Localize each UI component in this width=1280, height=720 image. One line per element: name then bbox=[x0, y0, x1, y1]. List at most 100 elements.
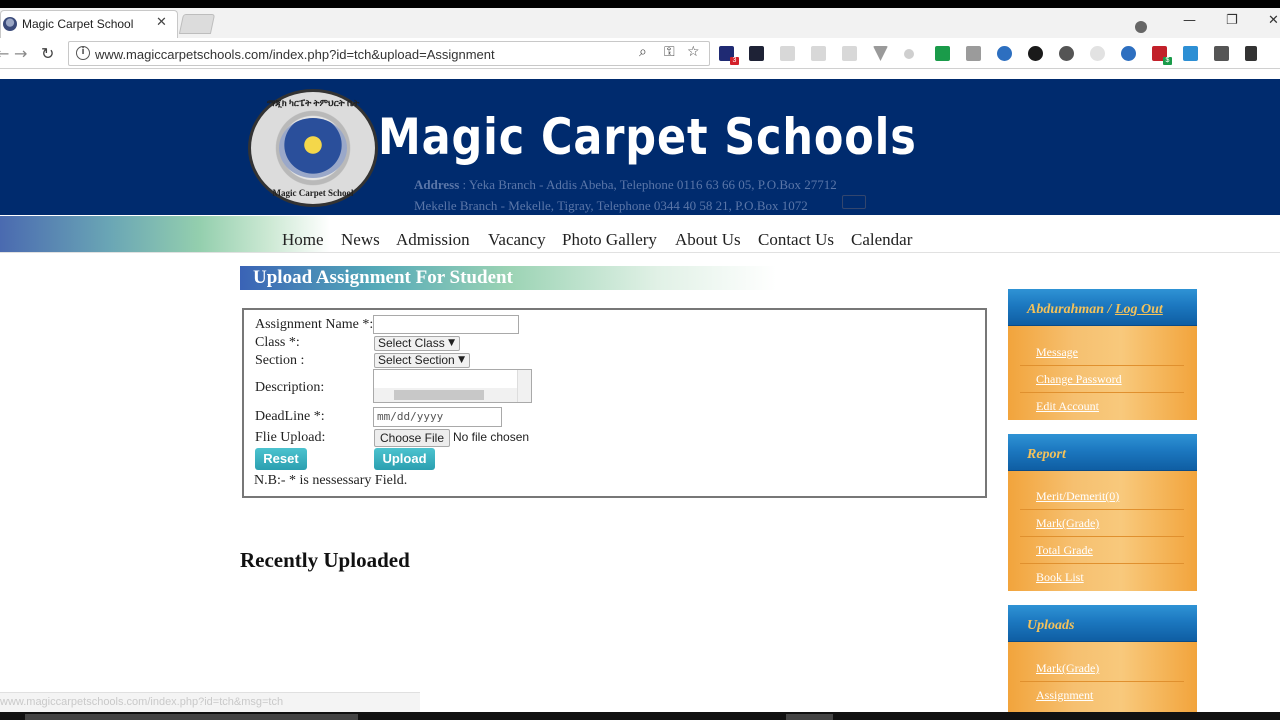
deadline-date-input[interactable]: mm/dd/yyyy bbox=[373, 407, 502, 427]
address-url[interactable]: www.magiccarpetschools.com/index.php?id=… bbox=[95, 47, 495, 62]
site-title: Magic Carpet Schools bbox=[378, 108, 917, 166]
taskbar-item[interactable] bbox=[25, 714, 358, 720]
assignment-name-label: Assignment Name *: bbox=[255, 317, 374, 332]
sidebar-link-merit-demerit[interactable]: Merit/Demerit(0) bbox=[1036, 489, 1119, 504]
sidebar-link-message[interactable]: Message bbox=[1036, 345, 1078, 360]
extension-mail-icon[interactable] bbox=[966, 46, 981, 61]
uploads-panel-title: Uploads bbox=[1027, 618, 1075, 633]
menu-item-vacancy[interactable]: Vacancy bbox=[488, 230, 546, 250]
file-upload-label: Flie Upload: bbox=[255, 430, 326, 445]
site-favicon-icon bbox=[3, 17, 17, 31]
assignment-name-input[interactable] bbox=[373, 315, 519, 334]
user-greeting: Abdurahman / Log Out bbox=[1027, 302, 1163, 318]
user-name: Abdurahman / bbox=[1027, 302, 1115, 317]
menu-item-home[interactable]: Home bbox=[282, 230, 324, 250]
extension-gray-icon[interactable] bbox=[780, 46, 795, 61]
sidebar-link-mark-grade[interactable]: Mark(Grade) bbox=[1036, 516, 1099, 531]
extension-moon-dark-icon[interactable] bbox=[1028, 46, 1043, 61]
logout-link[interactable]: Log Out bbox=[1115, 302, 1163, 317]
address-text: : Yeka Branch - Addis Abeba, Telephone 0… bbox=[459, 177, 837, 192]
divider bbox=[1020, 681, 1184, 682]
uploads-panel: Uploads Mark(Grade) Assignment bbox=[1008, 605, 1197, 712]
extension-moon-blue-icon[interactable] bbox=[1121, 46, 1136, 61]
choose-file-button[interactable]: Choose File bbox=[374, 429, 450, 447]
address-bar[interactable]: i www.magiccarpetschools.com/index.php?i… bbox=[68, 41, 710, 66]
report-panel-title: Report bbox=[1027, 447, 1066, 462]
dropdown-arrow-icon: ▼ bbox=[458, 355, 465, 365]
profile-icon[interactable] bbox=[1135, 21, 1147, 33]
extension-v-icon[interactable] bbox=[873, 46, 888, 61]
tab-close-icon[interactable]: ✕ bbox=[156, 15, 167, 30]
recently-uploaded-heading: Recently Uploaded bbox=[240, 548, 410, 572]
sidebar-link-edit-account[interactable]: Edit Account bbox=[1036, 399, 1099, 414]
scrollbar-thumb[interactable] bbox=[394, 390, 484, 400]
divider bbox=[1020, 509, 1184, 510]
extension-dots-icon[interactable] bbox=[904, 49, 914, 59]
printer-icon[interactable] bbox=[842, 195, 866, 209]
extension-heart-icon[interactable] bbox=[749, 46, 764, 61]
textarea-horizontal-scrollbar[interactable] bbox=[374, 388, 517, 402]
dropdown-arrow-icon: ▼ bbox=[448, 338, 455, 348]
sidebar-link-upload-mark-grade[interactable]: Mark(Grade) bbox=[1036, 661, 1099, 676]
logo-emblem-icon bbox=[279, 118, 347, 178]
class-label: Class *: bbox=[255, 335, 300, 350]
forward-icon[interactable]: → bbox=[14, 44, 27, 63]
key-icon[interactable]: ⚿ bbox=[664, 44, 675, 60]
search-icon[interactable]: ⌕ bbox=[639, 44, 647, 60]
reset-button[interactable]: Reset bbox=[255, 448, 307, 470]
lock-icon[interactable] bbox=[1245, 46, 1257, 61]
tab-title: Magic Carpet School bbox=[22, 17, 134, 31]
reload-icon[interactable]: ↻ bbox=[41, 44, 54, 63]
new-tab-button[interactable] bbox=[178, 14, 216, 34]
extension-gp-icon[interactable] bbox=[1059, 46, 1074, 61]
divider bbox=[1020, 392, 1184, 393]
sidebar-link-change-password[interactable]: Change Password bbox=[1036, 372, 1122, 387]
menu-item-photo-gallery[interactable]: Photo Gallery bbox=[562, 230, 657, 250]
extension-gray-icon[interactable] bbox=[811, 46, 826, 61]
browser-tabstrip: Magic Carpet School ✕ — ❐ ✕ bbox=[0, 8, 1280, 38]
address-line-1: Address : Yeka Branch - Addis Abeba, Tel… bbox=[414, 177, 837, 193]
site-info-icon[interactable]: i bbox=[76, 46, 90, 60]
minimize-icon[interactable]: — bbox=[1183, 13, 1196, 28]
class-select-value: Select Class bbox=[378, 336, 445, 350]
extension-download-icon[interactable] bbox=[1214, 46, 1229, 61]
menu-item-contact-us[interactable]: Contact Us bbox=[758, 230, 834, 250]
sidebar-link-book-list[interactable]: Book List bbox=[1036, 570, 1084, 585]
screen-top-border bbox=[0, 0, 1280, 8]
address-label: Address bbox=[414, 177, 460, 192]
textarea-vertical-scrollbar[interactable] bbox=[517, 370, 531, 402]
extension-light-icon[interactable] bbox=[1090, 46, 1105, 61]
extension-badge: 3 bbox=[730, 57, 739, 65]
menu-item-admission[interactable]: Admission bbox=[396, 230, 470, 250]
upload-button[interactable]: Upload bbox=[374, 448, 435, 470]
uploads-panel-header: Uploads bbox=[1008, 605, 1197, 642]
divider bbox=[1020, 563, 1184, 564]
extension-flag-icon[interactable] bbox=[935, 46, 950, 61]
browser-toolbar: ← → ↻ i www.magiccarpetschools.com/index… bbox=[0, 38, 1280, 69]
extension-gray-icon[interactable] bbox=[842, 46, 857, 61]
menu-item-news[interactable]: News bbox=[341, 230, 380, 250]
taskbar-item[interactable] bbox=[786, 714, 833, 720]
school-logo[interactable]: ማጂክ ካርፔት ትምህርት ቤት Magic Carpet School bbox=[248, 89, 378, 207]
required-field-note: N.B:- * is nessessary Field. bbox=[254, 473, 408, 488]
sidebar-link-upload-assignment[interactable]: Assignment bbox=[1036, 688, 1093, 703]
restore-icon[interactable]: ❐ bbox=[1226, 13, 1238, 28]
main-menu: Home News Admission Vacancy Photo Galler… bbox=[0, 216, 1280, 253]
description-textarea[interactable] bbox=[373, 369, 532, 403]
extension-badge: $ bbox=[1163, 57, 1172, 65]
account-panel: Abdurahman / Log Out Message Change Pass… bbox=[1008, 289, 1197, 420]
section-select[interactable]: Select Section ▼ bbox=[374, 353, 470, 368]
class-select[interactable]: Select Class ▼ bbox=[374, 336, 460, 351]
browser-tab[interactable]: Magic Carpet School ✕ bbox=[0, 10, 178, 38]
bookmark-star-icon[interactable]: ☆ bbox=[687, 44, 700, 60]
close-window-icon[interactable]: ✕ bbox=[1268, 13, 1279, 28]
sidebar-link-total-grade[interactable]: Total Grade bbox=[1036, 543, 1093, 558]
deadline-label: DeadLine *: bbox=[255, 409, 325, 424]
back-icon[interactable]: ← bbox=[0, 44, 9, 63]
extension-share-icon[interactable] bbox=[1183, 46, 1198, 61]
upload-form bbox=[242, 308, 987, 498]
menu-item-calendar[interactable]: Calendar bbox=[851, 230, 912, 250]
extension-moon-icon[interactable] bbox=[997, 46, 1012, 61]
menu-item-about-us[interactable]: About Us bbox=[675, 230, 741, 250]
divider bbox=[1020, 365, 1184, 366]
